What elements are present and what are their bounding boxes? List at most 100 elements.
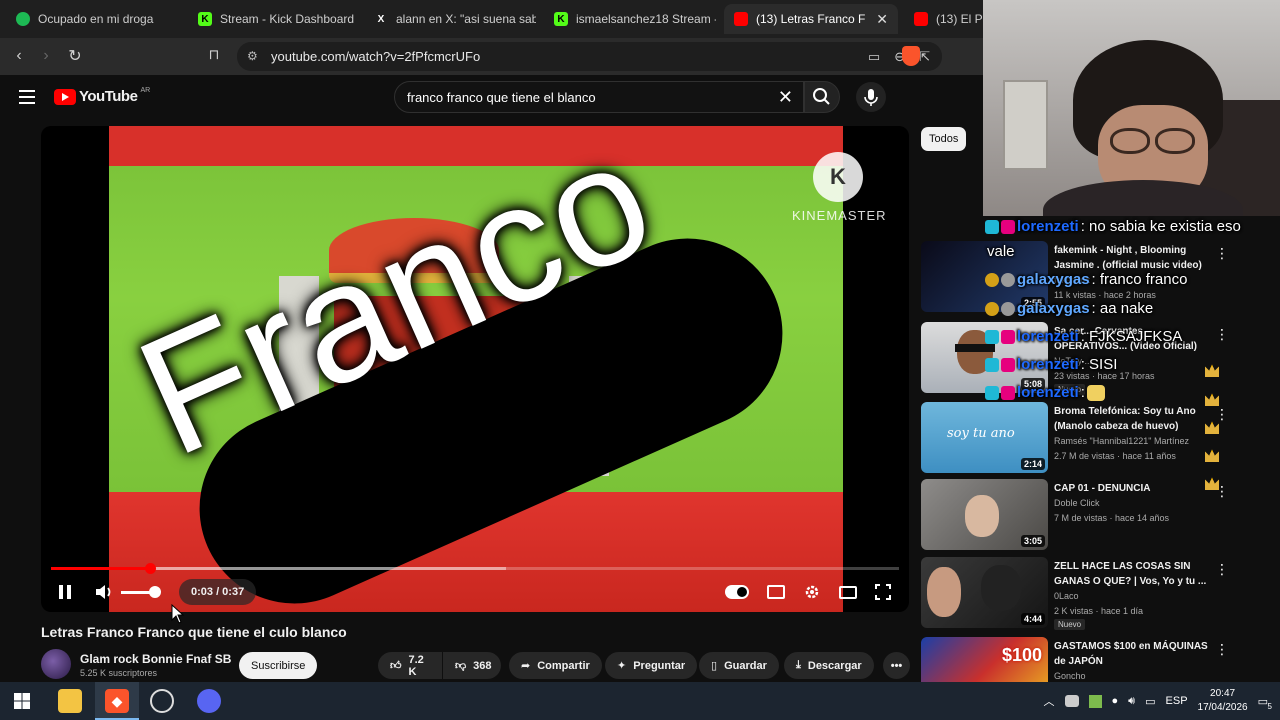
site-info-icon[interactable]: ⚙	[247, 49, 258, 63]
menu-icon[interactable]	[19, 90, 35, 104]
back-icon[interactable]: ‹	[5, 47, 33, 65]
tab-spotify[interactable]: Ocupado en mi droga	[6, 4, 182, 34]
video-title: Letras Franco Franco que tiene el culo b…	[41, 624, 347, 640]
chat-text: vale	[987, 243, 1015, 260]
pause-icon[interactable]	[59, 585, 71, 599]
rec-title[interactable]: ZELL HACE LAS COSAS SIN GANAS O QUE? | V…	[1054, 559, 1209, 589]
clear-search-icon[interactable]: ✕	[778, 87, 793, 108]
chat-text: : FJKSAJFKSA	[1080, 328, 1183, 345]
fullscreen-icon[interactable]	[875, 584, 891, 600]
tab-x[interactable]: X alann en X: "asi suena sabr	[364, 4, 536, 34]
kick-icon: K	[554, 12, 568, 26]
progress-bar[interactable]	[51, 563, 899, 574]
discord-tray-icon[interactable]	[1064, 695, 1079, 707]
chat-text: :	[1080, 384, 1085, 401]
tab-kick-dashboard[interactable]: K Stream - Kick Dashboard	[188, 4, 358, 34]
youtube-logo[interactable]: YouTube AR	[54, 87, 150, 105]
rec-meta: 2 K vistas · hace 1 día	[1054, 606, 1144, 616]
chat-username: galaxygas	[1017, 300, 1090, 317]
windows-taskbar: ◆ ︿ ● 🔊︎ ▭ ESP 20:47 17/04/2026 ▭ 5	[0, 682, 1280, 720]
theater-mode-icon[interactable]	[839, 585, 857, 599]
settings-gear-icon[interactable]	[803, 583, 821, 601]
notifications-icon[interactable]: ▭ 5	[1258, 695, 1272, 711]
address-bar[interactable]: ⚙ youtube.com/watch?v=2fPfcmcrUFo ▭ ⊖ ⇱	[237, 42, 942, 71]
search-input[interactable]: franco franco que tiene el blanco ✕	[394, 81, 804, 113]
list-item[interactable]: $100 GASTAMOS $100 en MÁQUINAS de JAPÓN …	[921, 637, 1261, 682]
microphone-tray-icon[interactable]: ●	[1112, 695, 1119, 707]
rec-channel[interactable]: 0Laco	[1054, 591, 1079, 601]
screen: Ocupado en mi droga K Stream - Kick Dash…	[0, 0, 1280, 720]
subtitles-icon[interactable]	[767, 585, 785, 599]
spotify-icon	[16, 12, 30, 26]
forward-icon[interactable]: ›	[32, 47, 60, 65]
thumbnail-text: soy tu ano	[947, 426, 1015, 441]
chat-text: : no sabia ke existia eso	[1080, 218, 1241, 235]
like-count: 7.2 K	[408, 653, 424, 678]
emote-icon	[1086, 384, 1105, 401]
channel-avatar[interactable]	[41, 649, 71, 679]
more-vertical-icon[interactable]: ⋮	[1215, 641, 1229, 658]
reload-icon[interactable]: ↻	[61, 46, 89, 66]
tab-kick-stream[interactable]: K ismaelsanchez18 Stream -	[544, 4, 716, 34]
chat-username: lorenzeti	[1017, 356, 1079, 373]
ask-button[interactable]: ✦ Preguntar	[605, 652, 698, 679]
file-explorer-icon[interactable]	[58, 689, 82, 713]
tab-title: Stream - Kick Dashboard	[220, 12, 355, 26]
bookmark-icon[interactable]: ⊓	[200, 46, 228, 63]
save-button[interactable]: ▯ Guardar	[699, 652, 779, 679]
brave-shield-icon[interactable]	[902, 46, 920, 66]
autoplay-toggle[interactable]	[725, 585, 749, 599]
list-item[interactable]: 4:44 ZELL HACE LAS COSAS SIN GANAS O QUE…	[921, 557, 1261, 630]
network-icon[interactable]: ▭	[1145, 695, 1155, 708]
tab-title: alann en X: "asi suena sabr	[396, 12, 536, 26]
discord-icon[interactable]	[197, 689, 221, 713]
ask-label: Preguntar	[633, 659, 686, 672]
clock-time: 20:47	[1210, 688, 1236, 699]
close-tab-icon[interactable]: ✕	[876, 11, 888, 28]
chat-message: lorenzeti : no sabia ke existia eso	[985, 218, 1241, 235]
video-player[interactable]: Franco K KINEMASTER 0:03 / 0:37	[41, 126, 909, 612]
app-tray-icon[interactable]	[1088, 694, 1102, 708]
windows-start-icon[interactable]	[14, 693, 30, 709]
more-vertical-icon[interactable]: ⋮	[1215, 561, 1229, 578]
brave-browser-icon[interactable]: ◆	[105, 689, 129, 713]
clock[interactable]: 20:47 17/04/2026	[1198, 687, 1248, 715]
volume-tray-icon[interactable]: 🔊︎	[1128, 695, 1135, 708]
dislike-button[interactable]: 👎︎ 368	[443, 652, 501, 679]
subscribe-button[interactable]: Suscribirse	[239, 652, 318, 679]
tab-youtube-active[interactable]: (13) Letras Franco F ✕	[724, 4, 898, 34]
share-button[interactable]: ➦ Compartir	[509, 652, 602, 679]
logo-text: YouTube	[79, 88, 138, 105]
duration-badge: 2:14	[1020, 458, 1045, 470]
search-button[interactable]	[804, 81, 840, 113]
chat-message: lorenzeti :	[985, 384, 1219, 490]
share-icon[interactable]: ⇱	[919, 49, 930, 65]
video-thumbnail[interactable]: $100	[921, 637, 1048, 682]
video-thumbnail[interactable]: 4:44	[921, 557, 1048, 628]
microphone-icon	[864, 89, 878, 106]
chip-all[interactable]: Todos	[921, 127, 967, 151]
webcam-overlay	[983, 0, 1280, 216]
download-button[interactable]: ⤓ Descargar	[784, 652, 874, 679]
tab-youtube[interactable]: (13) El PU	[904, 4, 982, 34]
voice-search-button[interactable]	[856, 82, 886, 112]
rec-channel[interactable]: Ramsés "Hannibal1221" Martínez	[1054, 436, 1189, 446]
rec-channel[interactable]: Goncho	[1054, 671, 1086, 681]
rec-title[interactable]: GASTAMOS $100 en MÁQUINAS de JAPÓN	[1054, 639, 1209, 669]
tab-title: ismaelsanchez18 Stream -	[576, 12, 716, 26]
like-button[interactable]: 👍︎ 7.2 K	[378, 652, 442, 679]
volume-icon[interactable]	[93, 582, 115, 602]
obs-icon[interactable]	[150, 689, 174, 713]
tab-title: (13) Letras Franco F	[756, 12, 866, 26]
chevron-up-icon[interactable]: ︿	[1044, 693, 1055, 709]
volume-handle[interactable]	[149, 586, 161, 598]
system-tray: ︿ ● 🔊︎ ▭ ESP 20:47 17/04/2026 ▭ 5	[1044, 682, 1272, 720]
rec-title[interactable]: CAP 01 - DENUNCIA	[1054, 481, 1209, 496]
more-actions-button[interactable]: •••	[883, 652, 910, 679]
video-thumbnail[interactable]: 3:05	[921, 479, 1048, 550]
channel-name[interactable]: Glam rock Bonnie Fnaf SB	[80, 652, 231, 666]
rec-channel[interactable]: Doble Click	[1054, 498, 1100, 508]
reader-mode-icon[interactable]: ▭	[868, 49, 880, 65]
subscriber-count: 5.25 K suscriptores	[80, 668, 158, 678]
language-indicator[interactable]: ESP	[1166, 695, 1188, 707]
